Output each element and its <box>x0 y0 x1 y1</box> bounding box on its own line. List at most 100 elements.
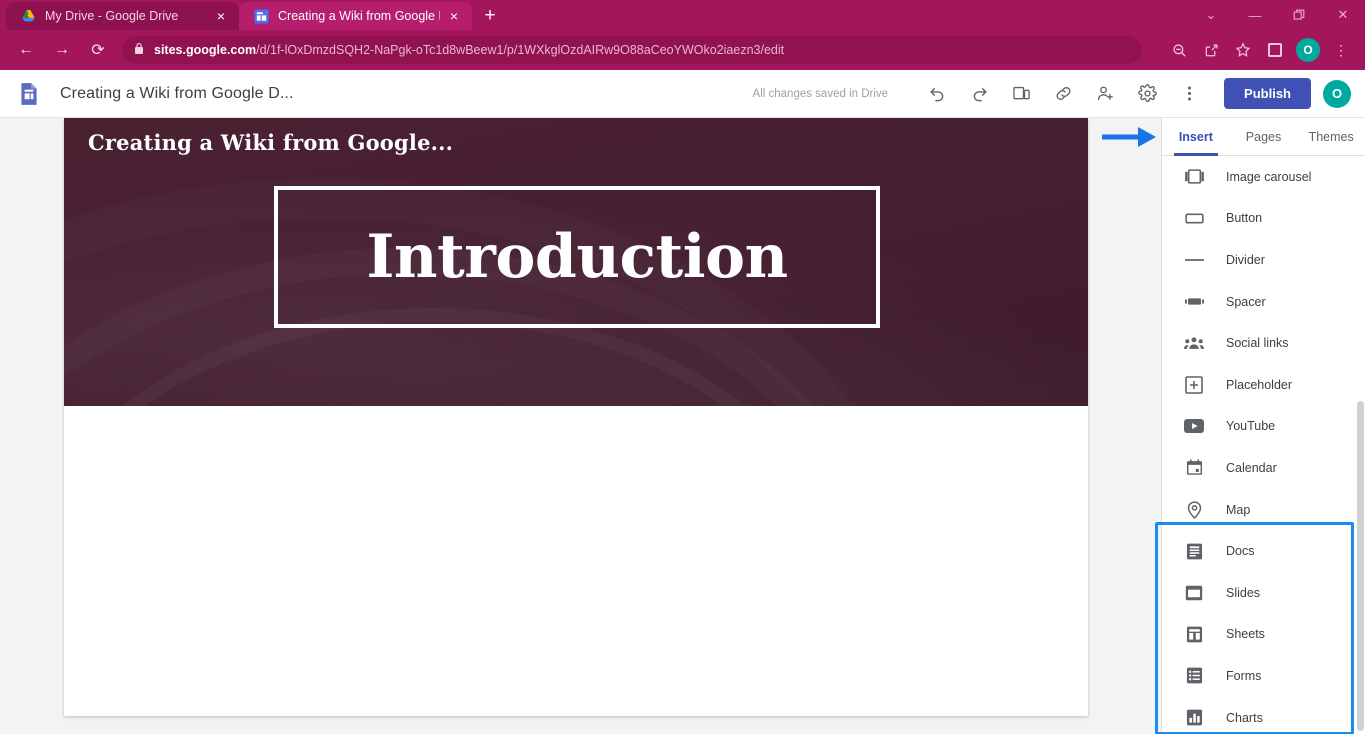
browser-tab-strip: My Drive - Google Drive × Creating a Wik… <box>0 0 1365 30</box>
insert-item-sheets[interactable]: Sheets <box>1162 614 1365 656</box>
insert-item-divider[interactable]: Divider <box>1162 239 1365 281</box>
sites-account-avatar[interactable]: O <box>1323 79 1351 108</box>
insert-item-social-links[interactable]: Social links <box>1162 322 1365 364</box>
new-tab-button[interactable]: + <box>476 2 504 30</box>
insert-item-label: Divider <box>1226 252 1265 267</box>
copy-link-icon[interactable] <box>1045 76 1081 112</box>
forward-icon[interactable]: → <box>47 35 77 65</box>
insert-item-label: Charts <box>1226 710 1263 725</box>
site-canvas: Creating a Wiki from Google... Introduct… <box>0 118 1161 734</box>
browser-profile-avatar[interactable]: O <box>1296 38 1320 62</box>
button-icon <box>1184 212 1204 225</box>
omnibox-actions: O ⋮ <box>1163 36 1357 64</box>
browser-tab-title: My Drive - Google Drive <box>45 9 179 23</box>
extensions-icon[interactable] <box>1261 36 1289 64</box>
editor-workspace: Creating a Wiki from Google... Introduct… <box>0 118 1365 734</box>
map-pin-icon <box>1184 500 1204 519</box>
insert-item-label: Placeholder <box>1226 377 1293 392</box>
banner-hero-box[interactable]: Introduction <box>274 186 880 328</box>
insert-item-placeholder[interactable]: Placeholder <box>1162 364 1365 406</box>
url-path: /d/1f-lOxDmzdSQH2-NaPgk-oTc1d8wBeew1/p/1… <box>256 43 785 57</box>
undo-icon[interactable] <box>919 76 955 112</box>
spacer-icon <box>1184 297 1204 306</box>
browser-window: My Drive - Google Drive × Creating a Wik… <box>0 0 1365 734</box>
insert-item-image-carousel[interactable]: Image carousel <box>1162 156 1365 198</box>
browser-menu-icon[interactable]: ⋮ <box>1327 36 1355 64</box>
reload-icon[interactable]: ⟳ <box>83 35 113 65</box>
insert-item-youtube[interactable]: YouTube <box>1162 406 1365 448</box>
insert-item-docs[interactable]: Docs <box>1162 530 1365 572</box>
calendar-icon <box>1184 459 1204 476</box>
insert-item-label: Button <box>1226 211 1263 226</box>
google-drive-icon <box>20 8 36 24</box>
insert-item-label: Image carousel <box>1226 169 1312 184</box>
insert-item-calendar[interactable]: Calendar <box>1162 447 1365 489</box>
url-domain: sites.google.com <box>154 43 257 57</box>
insert-item-label: Slides <box>1226 585 1261 600</box>
close-icon[interactable]: ✕ <box>1321 0 1365 30</box>
browser-tab-my-drive[interactable]: My Drive - Google Drive × <box>6 2 239 30</box>
maximize-icon[interactable] <box>1277 0 1321 30</box>
google-docs-icon <box>1184 543 1204 560</box>
insert-item-label: Map <box>1226 502 1251 517</box>
publish-button[interactable]: Publish <box>1224 78 1311 109</box>
google-sheets-icon <box>1184 626 1204 643</box>
close-icon[interactable]: × <box>446 8 462 24</box>
insert-item-slides[interactable]: Slides <box>1162 572 1365 614</box>
minimize-icon[interactable]: — <box>1233 0 1277 30</box>
browser-address-bar: ← → ⟳ sites.google.com/d/1f-lOxDmzdSQH2-… <box>0 30 1365 70</box>
site-title[interactable]: Creating a Wiki from Google D... <box>60 85 294 103</box>
insert-panel: Insert Pages Themes Image carousel Butto… <box>1102 118 1365 734</box>
tab-themes[interactable]: Themes <box>1297 118 1365 155</box>
redo-icon[interactable] <box>961 76 997 112</box>
window-controls: ⌄ — ✕ <box>1189 0 1365 30</box>
extensions-square <box>1268 43 1282 57</box>
google-sites-icon <box>253 8 269 24</box>
insert-item-map[interactable]: Map <box>1162 489 1365 531</box>
insert-item-label: Social links <box>1226 336 1289 351</box>
settings-gear-icon[interactable] <box>1129 76 1165 112</box>
youtube-icon <box>1184 419 1204 434</box>
browser-tab-title: Creating a Wiki from Google Doc <box>278 9 440 23</box>
insert-item-label: Calendar <box>1226 460 1277 475</box>
url-input[interactable]: sites.google.com/d/1f-lOxDmzdSQH2-NaPgk-… <box>122 36 1142 64</box>
back-icon[interactable]: ← <box>11 35 41 65</box>
google-sites-doc-icon <box>16 81 42 107</box>
banner-site-title[interactable]: Creating a Wiki from Google... <box>88 130 453 155</box>
add-editors-icon[interactable] <box>1087 76 1123 112</box>
insert-item-label: Docs <box>1226 544 1255 559</box>
insert-item-button[interactable]: Button <box>1162 198 1365 240</box>
insert-item-label: Spacer <box>1226 294 1266 309</box>
banner-hero-text[interactable]: Introduction <box>366 227 788 287</box>
insert-item-label: Sheets <box>1226 627 1265 642</box>
google-slides-icon <box>1184 585 1204 601</box>
share-icon[interactable] <box>1197 36 1225 64</box>
insert-items-list[interactable]: Image carousel Button Divider Spacer Soc… <box>1162 156 1365 734</box>
bookmark-star-icon[interactable] <box>1229 36 1257 64</box>
page-content-area[interactable] <box>64 406 1088 716</box>
sites-editor-toolbar: Creating a Wiki from Google D... All cha… <box>0 70 1365 118</box>
google-charts-icon <box>1184 709 1204 726</box>
image-carousel-icon <box>1184 169 1204 184</box>
divider-icon <box>1184 258 1204 262</box>
insert-item-forms[interactable]: Forms <box>1162 655 1365 697</box>
insert-item-label: YouTube <box>1226 419 1276 434</box>
insert-item-spacer[interactable]: Spacer <box>1162 281 1365 323</box>
chevron-down-icon[interactable]: ⌄ <box>1189 0 1233 30</box>
insert-item-label: Forms <box>1226 668 1262 683</box>
preview-icon[interactable] <box>1003 76 1039 112</box>
tab-pages[interactable]: Pages <box>1230 118 1298 155</box>
more-options-icon[interactable] <box>1171 76 1207 112</box>
zoom-search-icon[interactable] <box>1165 36 1193 64</box>
close-icon[interactable]: × <box>213 8 229 24</box>
insert-item-charts[interactable]: Charts <box>1162 697 1365 734</box>
browser-tab-google-sites[interactable]: Creating a Wiki from Google Doc × <box>239 2 472 30</box>
tab-insert[interactable]: Insert <box>1162 118 1230 156</box>
social-links-icon <box>1184 336 1204 350</box>
page-banner[interactable]: Creating a Wiki from Google... Introduct… <box>64 118 1088 406</box>
insert-panel-scrollbar[interactable] <box>1357 401 1364 731</box>
site-page: Creating a Wiki from Google... Introduct… <box>64 118 1088 716</box>
placeholder-icon <box>1184 375 1204 394</box>
google-forms-icon <box>1184 667 1204 684</box>
save-status: All changes saved in Drive <box>752 87 889 100</box>
